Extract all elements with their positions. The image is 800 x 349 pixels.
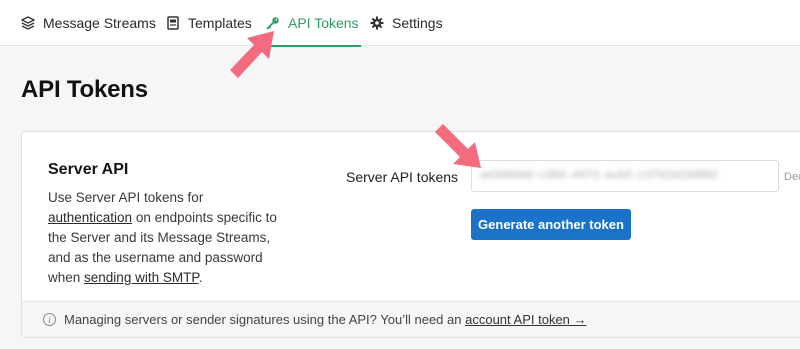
smtp-link[interactable]: sending with SMTP — [84, 270, 199, 285]
pointer-arrow-icon — [230, 31, 274, 78]
gear-icon — [370, 16, 384, 30]
token-field[interactable]: ae3dd4a9-c3b5-4473-ac62-c3752a23d882 — [471, 160, 779, 192]
info-icon: i — [43, 313, 56, 326]
page-title: API Tokens — [21, 76, 148, 103]
side-label: Dec — [784, 171, 800, 183]
section-title: Server API — [48, 161, 129, 178]
section-description: Use Server API tokens for authentication… — [48, 188, 288, 288]
account-api-token-link[interactable]: account API token → — [465, 312, 586, 327]
template-icon — [166, 16, 180, 30]
tab-label: Message Streams — [43, 15, 156, 31]
desc-text: Use Server API tokens for — [48, 190, 204, 205]
footer-message: Managing servers or sender signatures us… — [64, 312, 466, 327]
authentication-link[interactable]: authentication — [48, 210, 132, 225]
layers-icon — [21, 16, 35, 30]
tab-label: API Tokens — [288, 15, 359, 31]
generate-token-button[interactable]: Generate another token — [471, 209, 631, 240]
pointer-arrow-icon — [435, 124, 481, 168]
tab-label: Settings — [392, 15, 443, 31]
tab-message-streams[interactable]: Message Streams — [21, 0, 156, 46]
card-footer: i Managing servers or sender signatures … — [22, 301, 800, 337]
top-nav: Message Streams Templates API Tokens Set… — [0, 0, 800, 47]
desc-text: . — [198, 270, 203, 285]
tab-settings[interactable]: Settings — [370, 0, 443, 46]
footer-text: Managing servers or sender signatures us… — [64, 312, 587, 327]
token-value: ae3dd4a9-c3b5-4473-ac62-c3752a23d882 — [480, 170, 718, 182]
server-api-card: Server API Use Server API tokens for aut… — [21, 131, 800, 338]
